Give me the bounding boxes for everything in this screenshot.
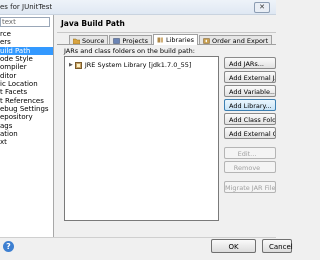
projects-icon [113, 37, 121, 44]
property-nav-panel: rce ers uild Path ode Style ompiler dito… [0, 15, 54, 237]
window-titlebar: es for JUnitTest ✕ [0, 0, 276, 15]
tab-libraries[interactable]: Libraries [152, 34, 199, 45]
nav-item-project-facets[interactable]: t Facets [0, 88, 53, 96]
nav-item-wikitext[interactable]: xt [0, 138, 53, 146]
add-variable-button[interactable]: Add Variable... [224, 85, 276, 97]
expand-arrow-icon[interactable]: ▶ [69, 62, 73, 68]
close-icon[interactable]: ✕ [254, 2, 270, 13]
nav-item-javadoc-location[interactable]: ic Location [0, 80, 53, 88]
tree-item-jre-library[interactable]: ▶ JRE System Library [jdk1.7.0_55] [69, 61, 191, 69]
build-path-tree[interactable]: ▶ JRE System Library [jdk1.7.0_55] [64, 56, 219, 221]
add-external-class-folder-button[interactable]: Add External Class Folder... [224, 127, 276, 139]
order-export-icon [203, 37, 210, 44]
page-title: Java Build Path [61, 19, 125, 28]
build-path-list-label: JARs and class folders on the build path… [64, 47, 195, 55]
footer-divider [0, 237, 276, 238]
nav-item-java-editor[interactable]: ditor [0, 72, 53, 80]
tree-item-label: JRE System Library [jdk1.7.0_55] [84, 61, 192, 69]
tab-label: Libraries [165, 36, 195, 44]
filter-input[interactable] [0, 17, 50, 27]
ok-button[interactable]: OK [211, 239, 256, 253]
nav-item-builders[interactable]: ers [0, 38, 53, 46]
build-path-panel: Java Build Path Source Projects Librarie… [57, 15, 276, 253]
nav-item-tags[interactable]: ags [0, 122, 53, 130]
window-title: es for JUnitTest [0, 3, 53, 11]
migrate-jar-button[interactable]: Migrate JAR File... [224, 181, 276, 193]
remove-button[interactable]: Remove [224, 161, 276, 173]
add-external-jars-button[interactable]: Add External JARs... [224, 71, 276, 83]
property-nav-list: rce ers uild Path ode Style ompiler dito… [0, 30, 53, 147]
edit-button[interactable]: Edit... [224, 147, 276, 159]
source-folder-icon [72, 38, 81, 44]
nav-item-java-code-style[interactable]: ode Style [0, 55, 53, 63]
cancel-button[interactable]: Cancel [262, 239, 293, 253]
libraries-icon [157, 37, 164, 43]
nav-item-run-debug-settings[interactable]: ebug Settings [0, 105, 53, 113]
divider [57, 32, 276, 33]
nav-item-project-references[interactable]: t References [0, 97, 53, 105]
nav-item-java-build-path[interactable]: uild Path [0, 46, 53, 56]
library-icon [74, 61, 82, 69]
nav-item-repository[interactable]: epository [0, 113, 53, 121]
help-icon[interactable]: ? [3, 241, 14, 252]
nav-item-java-compiler[interactable]: ompiler [0, 63, 53, 71]
add-library-button[interactable]: Add Library... [224, 99, 276, 111]
add-jars-button[interactable]: Add JARs... [224, 57, 276, 69]
nav-item-validation[interactable]: ation [0, 130, 53, 138]
add-class-folder-button[interactable]: Add Class Folder... [224, 113, 276, 125]
nav-item-resource[interactable]: rce [0, 30, 53, 38]
libraries-tab-content: JARs and class folders on the build path… [57, 44, 276, 253]
